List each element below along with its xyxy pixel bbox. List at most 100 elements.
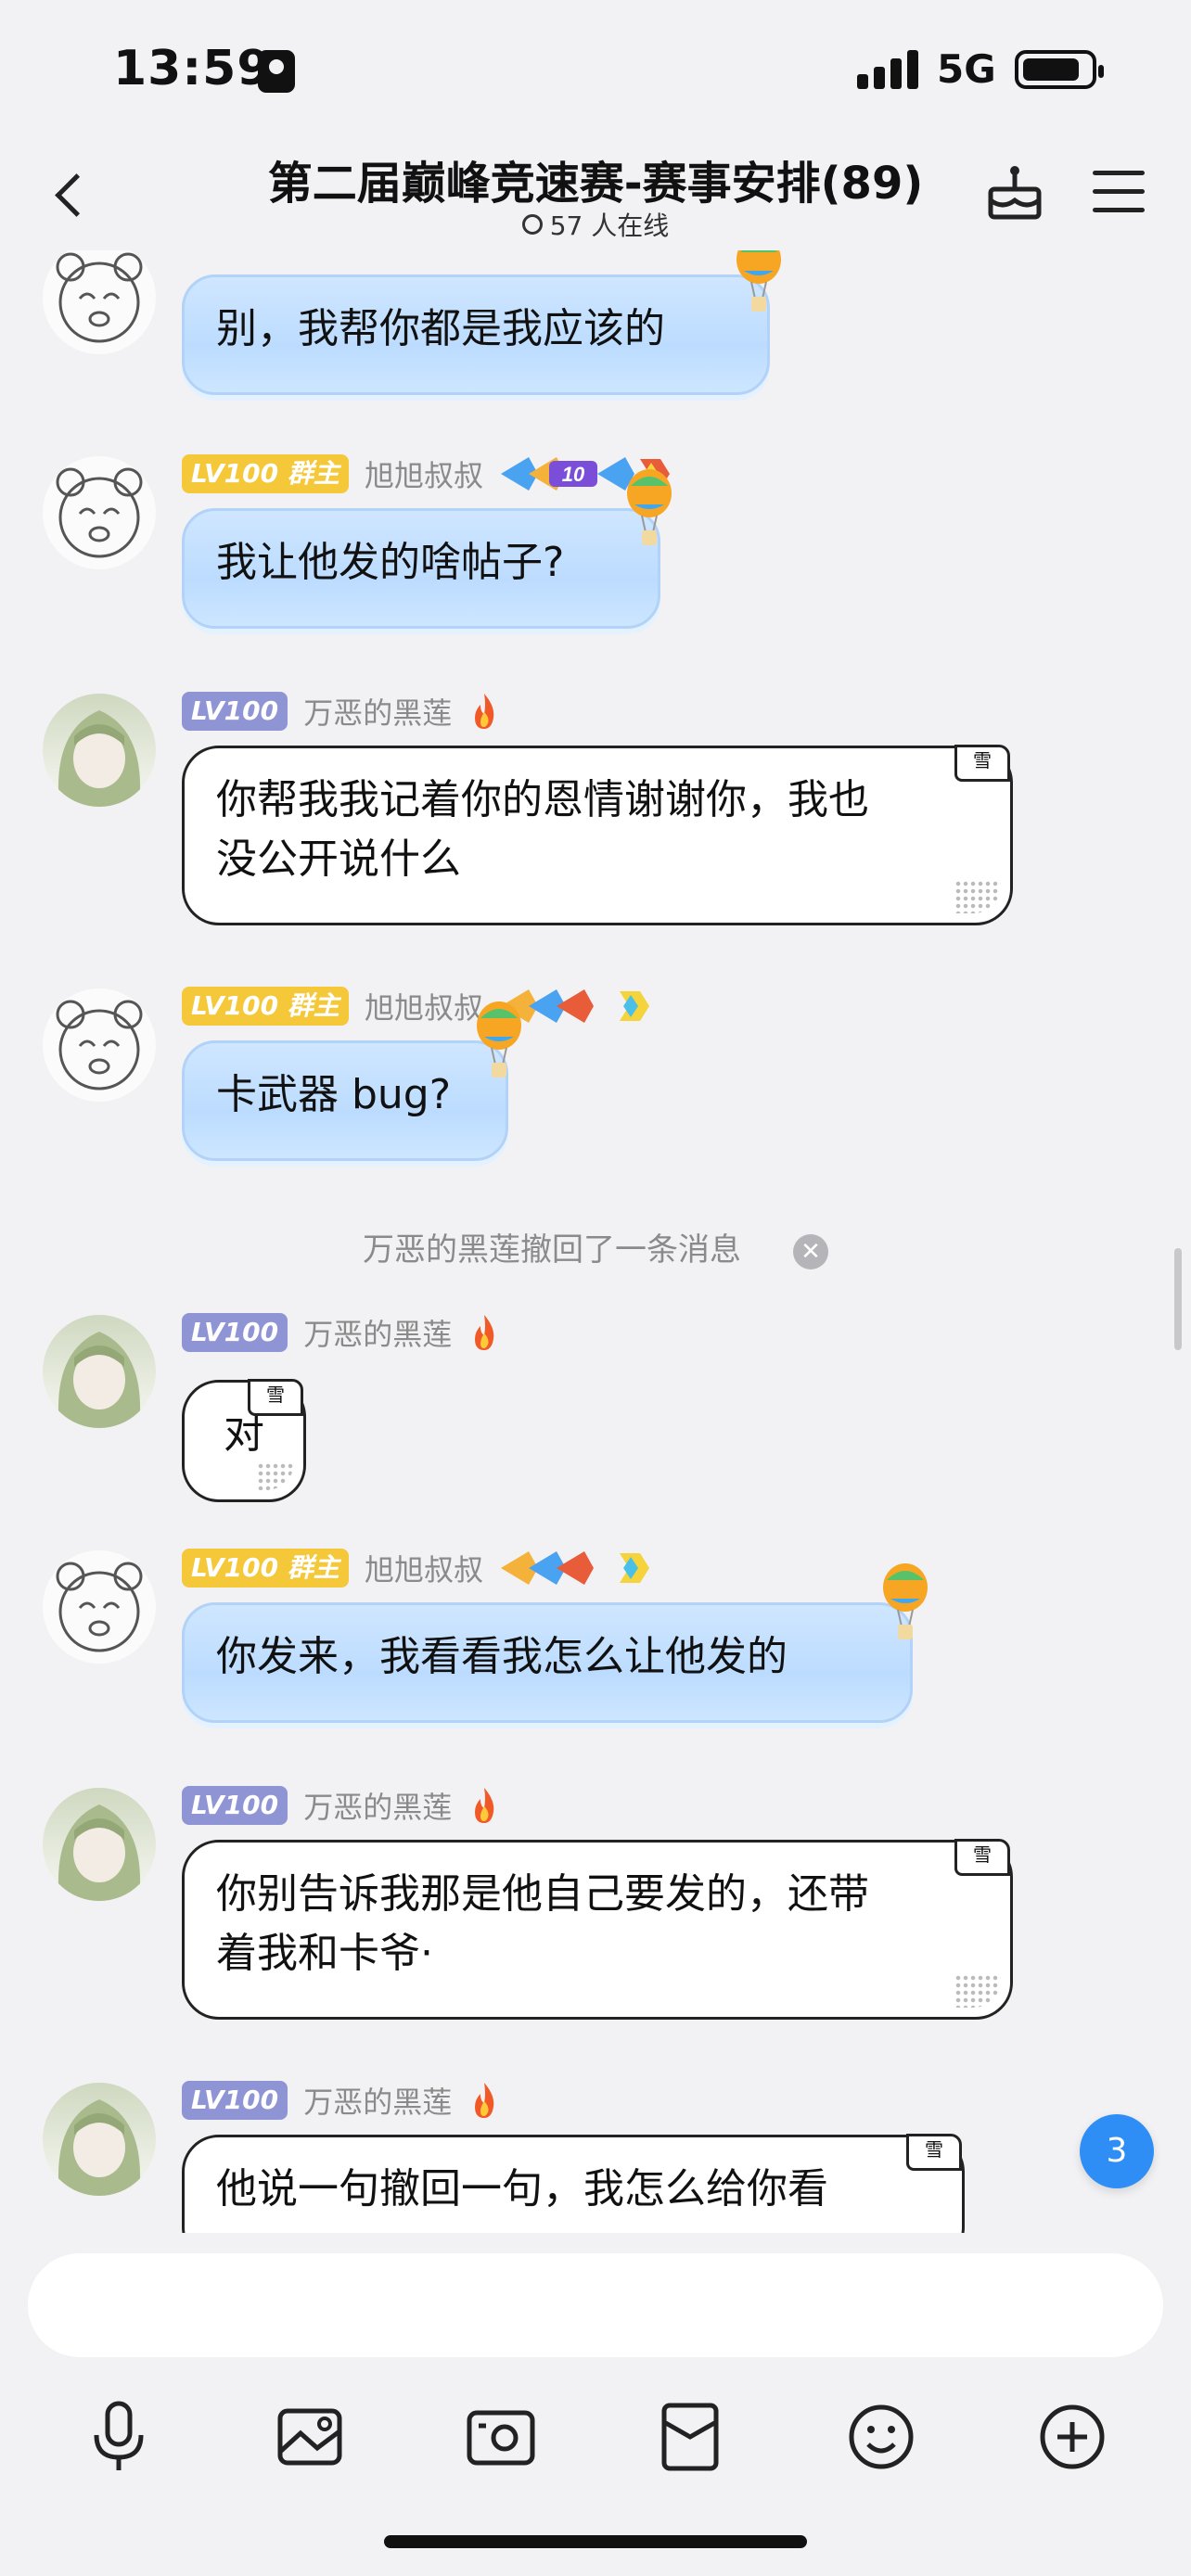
bubble-pattern [954,880,1001,913]
network-type: 5G [937,46,996,92]
chat-header: 第二届巅峰竞速赛-赛事安排(89) 57 人在线 [0,139,1191,250]
sender-name[interactable]: 万恶的黑莲 [303,1784,452,1827]
balloon-decoration-icon [736,250,781,312]
sender-name[interactable]: 旭旭叔叔 [365,985,483,1027]
message-meta: LV100 万恶的黑莲 [182,1784,501,1825]
role-text: 群主 [287,458,339,489]
sender-name[interactable]: 万恶的黑莲 [303,690,452,733]
message-bubble[interactable]: 卡武器 bug? [182,1040,508,1161]
role-text: 群主 [287,1552,339,1583]
sender-name[interactable]: 万恶的黑莲 [303,1311,452,1354]
badge-number: 10 [562,463,585,486]
camera-icon[interactable] [455,2391,547,2483]
avatar[interactable] [43,456,156,569]
message-text: 卡武器 bug? [216,1071,452,1118]
emoji-icon[interactable] [835,2391,928,2483]
online-count-label: 57 人在线 [549,210,670,241]
cellular-signal-icon [857,48,922,89]
level-text: LV100 [191,458,279,489]
flame-icon [475,1788,494,1823]
message-text: 别，我帮你都是我应该的 [216,305,665,352]
recall-notice: 万恶的黑莲撤回了一条消息 ✕ [0,1224,1191,1269]
plus-icon[interactable] [1026,2391,1119,2483]
close-icon[interactable]: ✕ [793,1233,828,1269]
message-meta: LV100 群主 旭旭叔叔 10 [182,453,686,493]
group-title: 第二届巅峰竞速赛-赛事安排(89) [267,158,924,210]
message-bubble[interactable]: 我让他发的啥帖子? [182,508,660,629]
unread-count-badge[interactable]: 3 [1080,2114,1154,2188]
snow-tag: 雪 [906,2134,962,2171]
level-owner-badge: LV100 群主 [182,1549,349,1588]
message-text: 对 [224,1410,264,1458]
level-text: LV100 [191,1552,279,1583]
avatar[interactable] [43,694,156,807]
balloon-decoration-icon [477,1001,521,1078]
scrollbar[interactable] [1174,1248,1182,1350]
online-count: 57 人在线 [204,206,987,243]
back-button[interactable] [46,167,102,223]
flame-icon [475,694,494,729]
input-area [0,2233,1191,2576]
message-text: 你发来，我看看我怎么让他发的 [216,1633,788,1680]
message-input[interactable] [28,2253,1163,2357]
avatar[interactable] [43,1788,156,1901]
red-packet-icon[interactable] [644,2391,736,2483]
message-meta: LV100 群主 旭旭叔叔 [182,1547,668,1588]
microphone-icon[interactable] [72,2391,165,2483]
menu-icon[interactable] [1093,167,1145,215]
snow-tag: 雪 [248,1379,303,1416]
message-meta: LV100 万恶的黑莲 [182,690,501,731]
avatar[interactable] [43,250,156,354]
message-text: 他说一句撤回一句，我怎么给你看 [216,2165,828,2213]
level-badge: LV100 [182,2081,288,2120]
message-text-line1: 你别告诉我那是他自己要发的，还带 [216,1870,869,1918]
message-bubble[interactable]: 他说一句撤回一句，我怎么给你看 雪 [182,2134,965,2233]
role-text: 群主 [287,990,339,1021]
clock-icon [521,214,543,235]
image-icon[interactable] [263,2391,356,2483]
sender-name[interactable]: 旭旭叔叔 [365,453,483,495]
level-owner-badge: LV100 群主 [182,454,349,493]
message-meta: LV100 群主 旭旭叔叔 [182,985,668,1026]
level-badge: LV100 [182,692,288,731]
contact-card-icon [258,50,295,93]
cake-icon[interactable] [985,163,1044,223]
message-bubble[interactable]: 别，我帮你都是我应该的 [182,274,770,395]
message-bubble[interactable]: 你别告诉我那是他自己要发的，还带 着我和卡爷· 雪 [182,1839,1013,2020]
recall-notice-text: 万恶的黑莲撤回了一条消息 [363,1231,741,1269]
avatar[interactable] [43,1550,156,1664]
message-text-line2: 着我和卡爷· [216,1930,433,1977]
avatar[interactable] [43,988,156,1102]
sender-name[interactable]: 万恶的黑莲 [303,2079,452,2122]
home-indicator[interactable] [384,2535,807,2548]
avatar[interactable] [43,1315,156,1428]
message-text-line1: 你帮我我记着你的恩情谢谢你，我也 [216,776,869,823]
balloon-decoration-icon [627,469,672,545]
message-list[interactable]: 别，我帮你都是我应该的 LV100 群主 旭旭叔叔 10 我让他发的啥帖子? L… [0,250,1191,2233]
sender-name[interactable]: 旭旭叔叔 [365,1547,483,1589]
honor-badges-icon [501,1551,650,1585]
message-text: 我让他发的啥帖子? [216,539,565,586]
avatar[interactable] [43,2083,156,2196]
message-text-line2: 没公开说什么 [216,835,461,883]
message-meta: LV100 万恶的黑莲 [182,1311,501,1352]
message-bubble[interactable]: 对 雪 [182,1379,306,1502]
level-text: LV100 [191,990,279,1021]
status-bar: 13:59 5G [0,0,1191,139]
message-bubble[interactable]: 你帮我我记着你的恩情谢谢你，我也 没公开说什么 雪 [182,745,1013,925]
input-toolbar [0,2391,1191,2483]
message-bubble[interactable]: 你发来，我看看我怎么让他发的 [182,1602,913,1723]
message-meta: LV100 万恶的黑莲 [182,2079,501,2120]
bubble-pattern [257,1462,294,1490]
battery-icon [1015,50,1104,89]
balloon-decoration-icon [883,1563,928,1639]
level-badge: LV100 [182,1313,288,1352]
level-owner-badge: LV100 群主 [182,987,349,1026]
bubble-pattern [954,1974,1001,2008]
snow-tag: 雪 [954,745,1010,782]
snow-tag: 雪 [954,1839,1010,1876]
level-badge: LV100 [182,1786,288,1825]
flame-icon [475,2083,494,2118]
flame-icon [475,1315,494,1350]
status-time: 13:59 [113,41,272,96]
